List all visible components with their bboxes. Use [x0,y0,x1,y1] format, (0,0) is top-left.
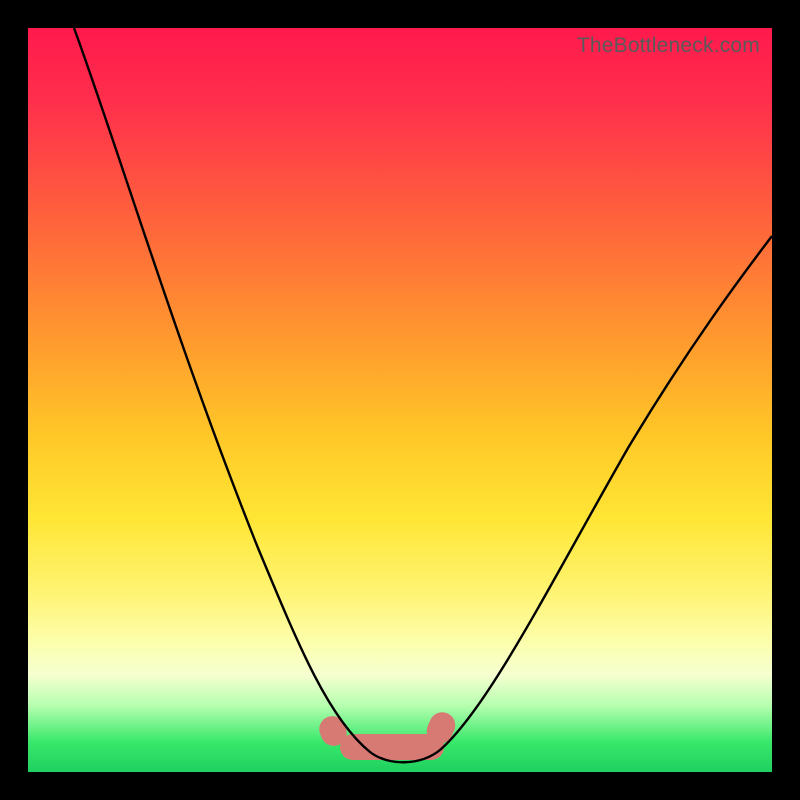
chart-overlay [28,28,772,772]
outer-black-frame: TheBottleneck.com [0,0,800,800]
bottleneck-curve [74,28,772,762]
plot-area: TheBottleneck.com [28,28,772,772]
